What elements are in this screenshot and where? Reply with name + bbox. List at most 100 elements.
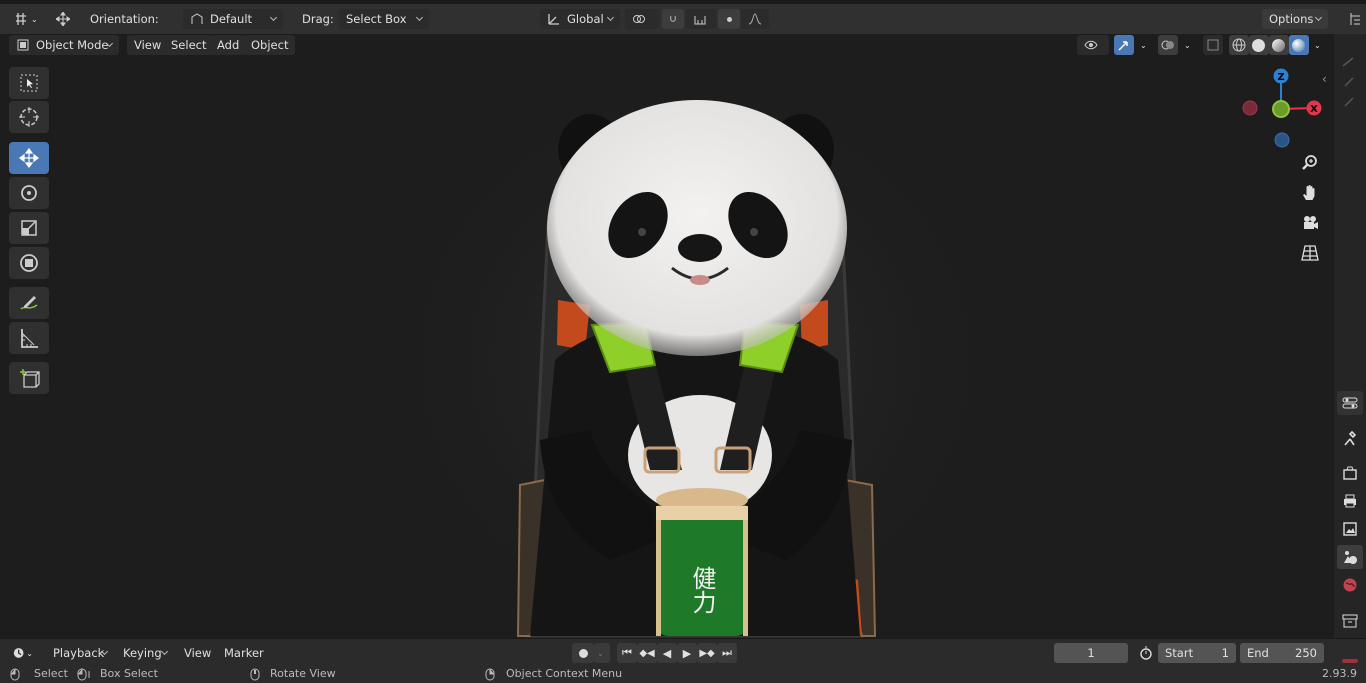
camera-view-button[interactable] bbox=[1296, 209, 1324, 237]
menu-view[interactable]: View bbox=[127, 35, 169, 55]
shading-dropdown[interactable]: ⌄ bbox=[1308, 35, 1327, 55]
end-frame-field[interactable]: End 250 bbox=[1240, 643, 1324, 663]
jump-end-icon: ⏭ bbox=[722, 646, 732, 659]
orientation-dropdown[interactable]: Default bbox=[183, 9, 283, 29]
annotate-tool[interactable] bbox=[9, 287, 49, 319]
mode-dropdown[interactable]: Object Mode bbox=[9, 35, 119, 55]
jump-start-button[interactable]: ⏮ bbox=[617, 643, 637, 663]
menu-object[interactable]: Object bbox=[244, 35, 296, 55]
mode-label: Object Mode bbox=[36, 38, 109, 52]
current-frame-field[interactable]: 1 bbox=[1054, 643, 1128, 663]
falloff-curve-icon bbox=[748, 13, 762, 25]
visibility-dropdown[interactable] bbox=[1077, 35, 1109, 55]
magnet-icon bbox=[670, 16, 676, 22]
tab-world[interactable] bbox=[1337, 573, 1363, 597]
perspective-toggle[interactable] bbox=[1296, 239, 1324, 267]
options-dropdown[interactable]: Options bbox=[1262, 9, 1328, 29]
navigation-gizmo[interactable]: Z X bbox=[1236, 64, 1326, 154]
move-tool[interactable] bbox=[9, 142, 49, 174]
transform-tool[interactable] bbox=[9, 247, 49, 279]
start-label: Start bbox=[1165, 646, 1194, 660]
gizmo-neg-z[interactable] bbox=[1274, 132, 1290, 148]
prev-keyframe-button[interactable]: ◆◀ bbox=[637, 643, 657, 663]
proportional-edit-toggle[interactable] bbox=[718, 9, 740, 29]
keying-label: Keying bbox=[123, 646, 162, 660]
select-box-tool[interactable] bbox=[9, 67, 49, 99]
select-box-icon bbox=[20, 74, 38, 92]
keying-menu[interactable]: Keying bbox=[116, 643, 174, 663]
playback-menu[interactable]: Playback bbox=[46, 643, 114, 663]
workspace-tabs-strip bbox=[0, 0, 1366, 4]
drag-label: Drag: bbox=[302, 12, 334, 26]
transform-pivot-button[interactable] bbox=[50, 9, 76, 29]
eye-icon bbox=[1084, 40, 1098, 50]
menu-add[interactable]: Add bbox=[210, 35, 247, 55]
timeline-view-menu[interactable]: View bbox=[177, 643, 219, 663]
record-dot-icon bbox=[578, 648, 588, 658]
jump-end-button[interactable]: ⏭ bbox=[717, 643, 737, 663]
measure-tool[interactable] bbox=[9, 322, 49, 354]
timeline-editor-type[interactable]: ⌄ bbox=[6, 643, 40, 663]
shading-solid[interactable] bbox=[1249, 35, 1269, 55]
keying-set-dropdown[interactable]: ⌄ bbox=[594, 643, 610, 663]
scale-tool[interactable] bbox=[9, 212, 49, 244]
xray-toggle[interactable] bbox=[1203, 35, 1223, 55]
gizmo-dropdown[interactable]: ⌄ bbox=[1134, 35, 1153, 55]
sidebar-collapse-arrow[interactable]: ‹ bbox=[1322, 72, 1327, 86]
viewport-render[interactable]: 健力 bbox=[60, 60, 1330, 638]
tab-tool[interactable] bbox=[1337, 426, 1363, 450]
shading-wireframe[interactable] bbox=[1229, 35, 1249, 55]
next-keyframe-button[interactable]: ▶◆ bbox=[697, 643, 717, 663]
solid-sphere-icon bbox=[1252, 38, 1265, 52]
snap-toggle[interactable] bbox=[662, 9, 684, 29]
outliner-toggle[interactable] bbox=[1342, 9, 1366, 29]
start-frame-field[interactable]: Start 1 bbox=[1158, 643, 1236, 663]
properties-editor-toggle[interactable] bbox=[1337, 391, 1363, 415]
cursor-tool[interactable] bbox=[9, 101, 49, 133]
options-label: Options bbox=[1269, 12, 1314, 26]
transform-orientation-dropdown[interactable]: Global bbox=[540, 9, 620, 29]
annotate-pencil-icon bbox=[20, 296, 38, 310]
overlays-dropdown[interactable]: ⌄ bbox=[1178, 35, 1197, 55]
gizmo-neg-x[interactable] bbox=[1242, 100, 1258, 116]
wrench-screwdriver-icon bbox=[1344, 430, 1357, 446]
editor-type-button[interactable]: ⌄ bbox=[8, 9, 44, 29]
xray-icon bbox=[1207, 39, 1219, 51]
shading-material[interactable] bbox=[1269, 35, 1289, 55]
auto-keying-toggle[interactable] bbox=[572, 643, 594, 663]
tab-collection[interactable] bbox=[1337, 609, 1363, 633]
current-frame-value: 1 bbox=[1087, 646, 1095, 660]
gizmo-toggle[interactable] bbox=[1114, 35, 1134, 55]
preview-range-toggle[interactable] bbox=[1133, 643, 1159, 663]
tab-render[interactable] bbox=[1337, 461, 1363, 485]
tab-output[interactable] bbox=[1337, 489, 1363, 513]
cursor-crosshair-icon bbox=[19, 107, 39, 127]
axis-orientation-icon bbox=[548, 14, 559, 25]
falloff-dropdown[interactable] bbox=[741, 9, 769, 29]
gizmo-y[interactable] bbox=[1272, 100, 1290, 118]
snap-target-dropdown[interactable] bbox=[686, 9, 716, 29]
status-box-select: Box Select bbox=[100, 667, 158, 680]
proportional-dot-icon bbox=[727, 16, 732, 22]
play-icon: ▶ bbox=[682, 646, 692, 660]
stopwatch-icon bbox=[1140, 646, 1152, 660]
scale-icon bbox=[21, 220, 37, 236]
menu-select[interactable]: Select bbox=[164, 35, 214, 55]
rotate-tool[interactable] bbox=[9, 177, 49, 209]
tab-scene[interactable] bbox=[1337, 545, 1363, 569]
tool-settings-icons bbox=[1342, 57, 1354, 107]
pivot-point-button[interactable] bbox=[625, 9, 659, 29]
pan-button[interactable] bbox=[1296, 179, 1324, 207]
snap-increment-icon bbox=[694, 16, 706, 25]
shading-rendered[interactable] bbox=[1289, 35, 1309, 55]
add-cube-tool[interactable] bbox=[9, 362, 49, 394]
rendered-sphere-icon bbox=[1292, 38, 1305, 52]
can-stripe-right bbox=[743, 520, 748, 636]
play-button[interactable]: ▶ bbox=[677, 643, 697, 663]
marker-menu[interactable]: Marker bbox=[217, 643, 271, 663]
zoom-button[interactable] bbox=[1296, 149, 1324, 177]
play-reverse-button[interactable]: ◀ bbox=[657, 643, 677, 663]
tab-view-layer[interactable] bbox=[1337, 517, 1363, 541]
drag-dropdown[interactable]: Select Box bbox=[339, 9, 429, 29]
overlays-toggle[interactable] bbox=[1158, 35, 1178, 55]
